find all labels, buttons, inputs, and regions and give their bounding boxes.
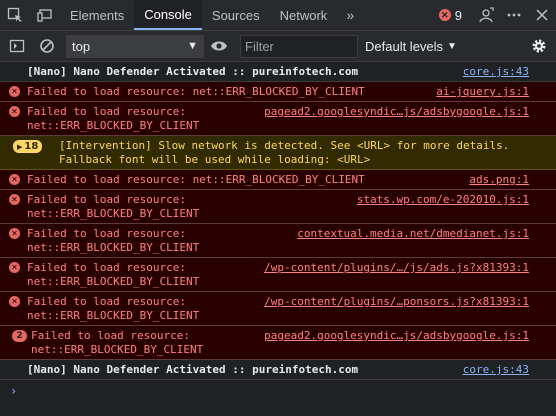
clear-icon [40, 39, 54, 53]
inspect-element-button[interactable] [0, 0, 30, 30]
live-expression-button[interactable] [204, 31, 234, 62]
console-message: ▶ 18 [Intervention] Slow network is detec… [0, 136, 556, 170]
message-source-link[interactable]: pagead2.googlesyndic…js/adsbygoogle.js:1 [264, 105, 529, 119]
error-icon: ✕ [9, 228, 20, 239]
toggle-sidebar-button[interactable] [0, 31, 34, 62]
console-message: 2 Failed to load resource: net::ERR_BLOC… [0, 326, 556, 360]
tab-sources[interactable]: Sources [202, 0, 270, 30]
console-message: [Nano] Nano Defender Activated :: purein… [0, 360, 556, 380]
filter-input[interactable]: Filter [240, 34, 358, 58]
log-levels-dropdown[interactable]: Default levels ▼ [365, 39, 457, 54]
repeat-count-badge: 2 [12, 330, 27, 342]
tab-network[interactable]: Network [270, 0, 338, 30]
error-icon: ✕ [9, 194, 20, 205]
message-source-link[interactable]: ai-jquery.js:1 [436, 85, 529, 99]
eye-icon [211, 41, 227, 51]
error-count-badge[interactable]: ✕ 9 [438, 7, 462, 23]
message-text: Failed to load resource: net::ERR_BLOCKE… [27, 173, 365, 186]
prompt-chevron-icon: › [10, 384, 18, 398]
console-toolbar: top ▼ Filter Default levels ▼ [0, 31, 556, 62]
console-message: ✕ Failed to load resource: net::ERR_BLOC… [0, 170, 556, 190]
more-tabs-button[interactable]: » [337, 0, 363, 30]
console-message: ✕ Failed to load resource: net::ERR_BLOC… [0, 292, 556, 326]
context-value: top [72, 38, 91, 54]
message-source-link[interactable]: core.js:43 [463, 65, 529, 79]
error-count: 9 [454, 7, 462, 23]
sidebar-icon [9, 39, 25, 53]
filter-placeholder: Filter [245, 38, 274, 54]
message-source-link[interactable]: /wp-content/plugins/…ponsors.js?x81393:1 [264, 295, 529, 309]
devtools-tab-bar: Elements Console Sources Network » ✕ 9 [0, 0, 556, 31]
warning-count-badge[interactable]: ▶ 18 [13, 140, 43, 153]
more-dots-icon [507, 13, 521, 17]
console-prompt[interactable]: › [0, 380, 556, 410]
tab-elements[interactable]: Elements [60, 0, 134, 30]
error-icon: ✕ [9, 296, 20, 307]
console-message: ✕ Failed to load resource: net::ERR_BLOC… [0, 258, 556, 292]
console-message: ✕ Failed to load resource: net::ERR_BLOC… [0, 102, 556, 136]
error-icon: ✕ [9, 86, 20, 97]
close-devtools-button[interactable] [528, 0, 556, 31]
message-source-link[interactable]: /wp-content/plugins/…/js/ads.js?x81393:1 [264, 261, 529, 275]
expand-triangle-icon: ▶ [17, 142, 23, 151]
message-source-link[interactable]: contextual.media.net/dmedianet.js:1 [297, 227, 529, 241]
error-icon: ✕ [9, 106, 20, 117]
more-options-button[interactable] [500, 0, 528, 31]
message-source-link[interactable]: ads.png:1 [469, 173, 529, 187]
clear-console-button[interactable] [34, 31, 60, 62]
error-icon: ✕ [9, 262, 20, 273]
console-message: ✕ Failed to load resource: net::ERR_BLOC… [0, 190, 556, 224]
close-icon [536, 9, 548, 21]
console-message: ✕ Failed to load resource: net::ERR_BLOC… [0, 224, 556, 258]
levels-label: Default levels [365, 38, 444, 54]
warning-count: 18 [24, 140, 39, 152]
device-toolbar-button[interactable] [30, 0, 60, 30]
message-source-link[interactable]: core.js:43 [463, 363, 529, 377]
inspect-icon [7, 7, 22, 22]
error-icon: ✕ [9, 174, 20, 185]
caret-down-icon: ▼ [447, 40, 457, 52]
device-icon [37, 9, 52, 22]
tab-console[interactable]: Console [134, 0, 202, 30]
gear-icon [532, 39, 546, 53]
context-selector[interactable]: top ▼ [66, 34, 204, 58]
feedback-button[interactable] [472, 0, 500, 31]
console-message: ✕ Failed to load resource: net::ERR_BLOC… [0, 82, 556, 102]
message-text: [Intervention] Slow network is detected.… [59, 139, 510, 166]
error-icon: ✕ [438, 9, 451, 21]
chevron-down-icon: ▼ [187, 40, 198, 52]
message-text: [Nano] Nano Defender Activated :: purein… [27, 65, 359, 78]
console-output: [Nano] Nano Defender Activated :: purein… [0, 62, 556, 416]
console-settings-button[interactable] [522, 31, 556, 62]
feedback-icon [479, 7, 494, 23]
message-text: [Nano] Nano Defender Activated :: purein… [27, 363, 359, 376]
message-source-link[interactable]: pagead2.googlesyndic…js/adsbygoogle.js:1 [264, 329, 529, 343]
console-message: [Nano] Nano Defender Activated :: purein… [0, 62, 556, 82]
message-source-link[interactable]: stats.wp.com/e-202010.js:1 [357, 193, 529, 207]
